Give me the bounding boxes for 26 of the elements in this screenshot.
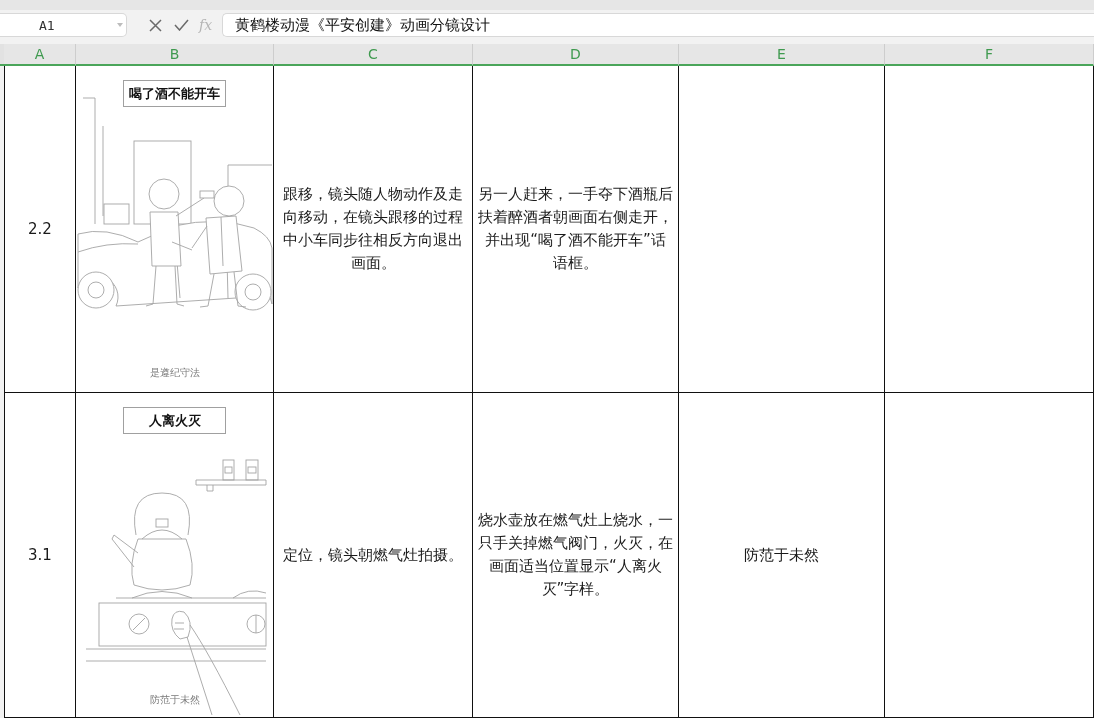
sketch-footer-text: 是遵纪守法: [148, 366, 201, 380]
sketch-footer-text: 防范于未然: [148, 693, 201, 707]
column-header[interactable]: C: [274, 44, 473, 66]
table-cell: 另一人赶来，一手夺下酒瓶后扶着醉酒者朝画面右侧走开，并出现“喝了酒不能开车”话语框。: [473, 66, 679, 393]
column-header[interactable]: D: [473, 44, 679, 66]
formula-input[interactable]: 黄鹤楼动漫《平安创建》动画分镜设计: [222, 13, 1094, 37]
insert-function-button[interactable]: fx: [199, 17, 213, 33]
table-cell: 防范于未然: [679, 393, 885, 718]
scene-caption: 人离火灭: [123, 407, 226, 434]
column-header[interactable]: A: [4, 44, 76, 66]
jar-outline: [222, 459, 235, 481]
check-icon[interactable]: [174, 19, 189, 31]
table-cell: 定位，镜头朝燃气灶拍摄。: [274, 393, 473, 718]
cancel-icon[interactable]: [149, 18, 162, 32]
column-header[interactable]: E: [679, 44, 885, 66]
column-header[interactable]: F: [885, 44, 1094, 66]
bottle-outline: [199, 190, 215, 199]
column-header[interactable]: B: [76, 44, 274, 66]
table-cell: 2.2: [4, 66, 76, 393]
jar-outline: [245, 459, 259, 481]
shelf-outline: [195, 479, 267, 492]
table-cell: 跟移，镜头随人物动作及走向移动，在镜头跟移的过程中小车同步往相反方向退出画面。: [274, 66, 473, 393]
table-cell: 烧水壶放在燃气灶上烧水，一只手关掉燃气阀门，火灭，在画面适当位置显示“人离火灭”字样。: [473, 393, 679, 718]
scene-caption: 喝了酒不能开车: [123, 80, 226, 107]
table-cell: 3.1: [4, 393, 76, 718]
name-box[interactable]: A1: [0, 13, 127, 37]
